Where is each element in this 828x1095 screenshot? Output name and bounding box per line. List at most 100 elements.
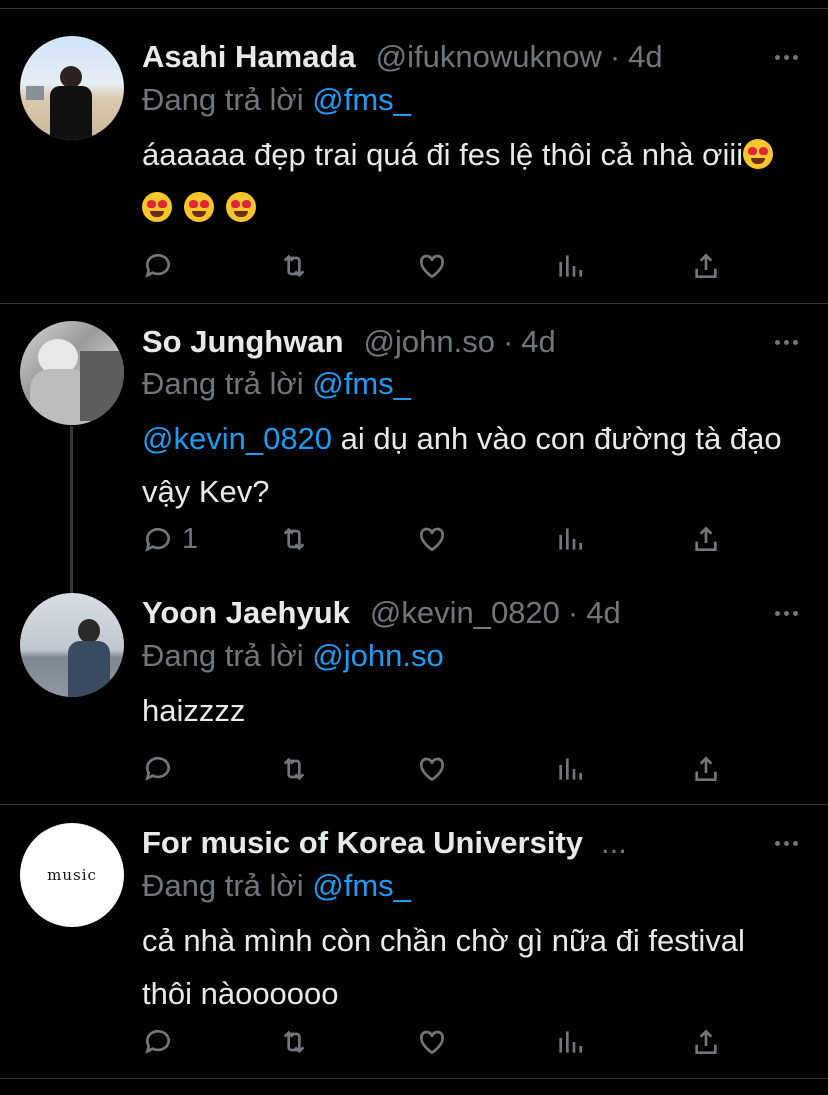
retweet-icon [283,527,305,551]
replying-to: Đang trả lời @fms_ [142,82,411,118]
replying-to: Đang trả lời @john.so [142,638,444,674]
share-button[interactable] [690,523,722,555]
reply-button[interactable] [142,250,174,282]
retweet-button[interactable] [278,1026,310,1058]
share-button[interactable] [690,1026,722,1058]
separator-dot: · [502,324,514,359]
action-bar [0,250,828,290]
analytics-icon [559,758,582,780]
tweet-text-content: cả nhà mình còn chần chờ gì nữa đi festi… [142,923,745,1011]
more-icon[interactable] [775,37,798,77]
analytics-button[interactable] [554,753,586,785]
reply-icon [145,253,170,278]
more-icon[interactable] [775,322,798,362]
avatar[interactable] [20,36,124,140]
tweet-text: cả nhà mình còn chần chờ gì nữa đi festi… [142,914,762,1020]
reply-icon [145,756,170,781]
timestamp[interactable]: 4d [628,39,662,75]
reply-icon [145,1029,170,1054]
reply-button[interactable]: 1 [142,523,198,556]
action-bar: 1 [0,523,828,563]
like-icon [419,757,445,782]
like-button[interactable] [416,523,448,555]
tweet-header: Yoon Jaehyuk @kevin_0820 · 4d [142,593,621,633]
like-button[interactable] [416,250,448,282]
user-handle-truncated[interactable]: ... [601,825,627,861]
tweet-header: So Junghwan @john.so · 4d [142,322,556,362]
reply-to-mention[interactable]: @fms_ [312,868,411,903]
divider [0,1078,828,1079]
retweet-button[interactable] [278,250,310,282]
action-bar [0,753,828,793]
replying-label: Đang trả lời [142,868,304,903]
user-handle[interactable]: @john.so [364,324,495,360]
share-button[interactable] [690,753,722,785]
retweet-icon [283,1030,305,1054]
replying-to: Đang trả lời @fms_ [142,366,411,402]
heart-eyes-emoji [184,192,214,222]
replying-label: Đang trả lời [142,638,304,673]
analytics-button[interactable] [554,250,586,282]
reply-to-mention[interactable]: @fms_ [312,366,411,401]
tweet-text-content: haizzzz [142,693,246,728]
like-icon [419,527,445,552]
like-button[interactable] [416,1026,448,1058]
share-icon [695,253,717,278]
action-bar [0,1026,828,1066]
separator-dot: · [609,39,621,74]
reply-button[interactable] [142,1026,174,1058]
retweet-icon [283,254,305,278]
mention-link[interactable]: @kevin_0820 [142,421,332,456]
replying-label: Đang trả lời [142,82,304,117]
timestamp[interactable]: 4d [586,595,620,631]
tweet-text-content: áaaaaa đẹp trai quá đi fes lệ thôi cả nh… [142,137,744,172]
tweet-text: haizzzz [142,684,802,737]
thread-line [70,426,73,594]
more-icon[interactable] [775,823,798,863]
retweet-button[interactable] [278,753,310,785]
reply-button[interactable] [142,753,174,785]
tweet-text: áaaaaa đẹp trai quá đi fes lệ thôi cả nh… [142,128,802,234]
separator-dot: · [567,595,579,630]
share-icon [695,1029,717,1054]
analytics-icon [559,1031,582,1053]
reply-to-mention[interactable]: @fms_ [312,82,411,117]
tweet-text: @kevin_0820 ai dụ anh vào con đường tà đ… [142,412,802,518]
share-icon [695,526,717,551]
tweet-header: For music of Korea University ... [142,823,627,863]
analytics-icon [559,528,582,550]
divider [0,303,828,304]
reply-icon [145,527,170,552]
retweet-icon [283,757,305,781]
share-button[interactable] [690,250,722,282]
replying-label: Đang trả lời [142,366,304,401]
heart-eyes-emoji [743,139,774,169]
user-handle[interactable]: @kevin_0820 [370,595,560,631]
like-icon [419,254,445,279]
heart-eyes-emoji [226,192,256,222]
analytics-button[interactable] [554,1026,586,1058]
avatar[interactable] [20,321,124,425]
replying-to: Đang trả lời @fms_ [142,868,411,904]
display-name[interactable]: For music of Korea University [142,825,583,861]
more-icon[interactable] [775,593,798,633]
display-name[interactable]: Yoon Jaehyuk [142,595,350,631]
timestamp[interactable]: 4d [521,324,555,360]
divider [0,804,828,805]
analytics-button[interactable] [554,523,586,555]
like-icon [419,1030,445,1055]
retweet-button[interactable] [278,523,310,555]
display-name[interactable]: Asahi Hamada [142,39,356,75]
share-icon [695,756,717,781]
analytics-icon [559,255,582,277]
user-handle[interactable]: @ifuknowuknow [376,39,602,75]
reply-to-mention[interactable]: @john.so [312,638,443,673]
like-button[interactable] [416,753,448,785]
display-name[interactable]: So Junghwan [142,324,344,360]
reply-count: 1 [182,523,199,555]
divider [0,8,828,9]
avatar-logo-text: music [47,866,97,884]
avatar[interactable]: music [20,823,124,927]
avatar[interactable] [20,593,124,697]
heart-eyes-emoji [142,192,172,222]
